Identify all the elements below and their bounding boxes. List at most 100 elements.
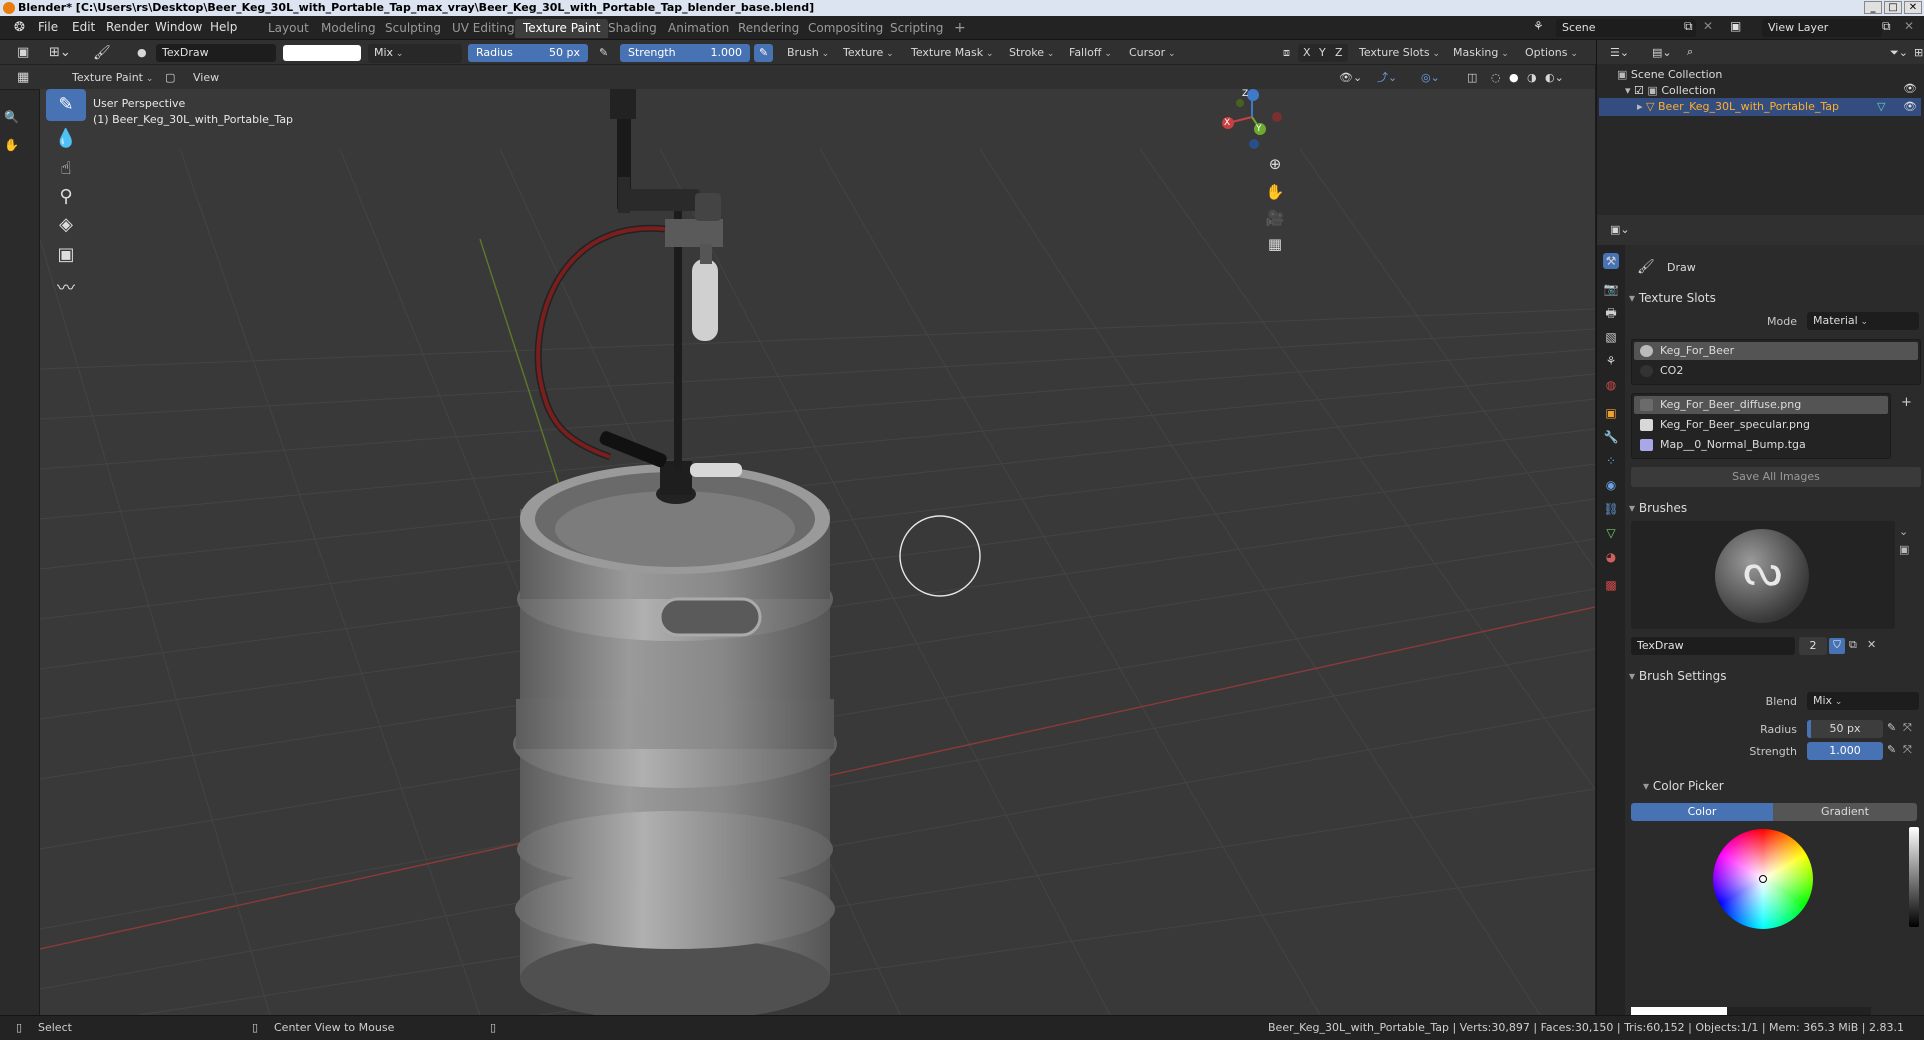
texture-mode-dropdown[interactable]: Material (1807, 312, 1919, 330)
brush-color-swatch[interactable] (283, 45, 361, 61)
texture-slots-panel-header[interactable]: Texture Slots (1629, 287, 1921, 309)
mirror-x-toggle[interactable]: X (1298, 44, 1316, 62)
gradient-tab[interactable]: Gradient (1773, 803, 1917, 821)
radius-pressure-icon[interactable]: ✎ (594, 44, 613, 62)
view-layer-tab-icon[interactable]: ▧ (1603, 329, 1619, 345)
brush-datablock-name[interactable]: TexDraw (1631, 637, 1795, 655)
new-collection-icon[interactable]: ⊞ (1909, 44, 1924, 62)
falloff-dropdown[interactable]: Falloff (1064, 44, 1117, 62)
strength-pressure-icon[interactable]: ✎ (754, 44, 774, 62)
add-slot-icon[interactable]: + (1901, 395, 1912, 410)
view-layer-icon[interactable]: ▣ (1730, 19, 1741, 33)
solid-shading-icon[interactable]: ● (1504, 69, 1524, 87)
minimize-icon[interactable]: _ (1864, 1, 1882, 14)
strength-field[interactable]: 1.000 (1807, 742, 1883, 760)
brush-settings-panel-header[interactable]: Brush Settings (1629, 665, 1921, 687)
navigation-gizmo[interactable] (1222, 89, 1282, 149)
image-slot-list[interactable]: Keg_For_Beer_diffuse.png Keg_For_Beer_sp… (1631, 393, 1891, 459)
brush-users-count[interactable]: 2 (1799, 637, 1827, 655)
new-view-layer-icon[interactable]: ⧉ (1882, 19, 1891, 34)
strength-slider[interactable]: Strength 1.000 (620, 44, 750, 62)
object-visibility-icon[interactable]: 👁 (1903, 100, 1917, 113)
physics-tab-icon[interactable]: ◉ (1603, 477, 1619, 493)
view-layer-selector[interactable]: View Layer (1762, 19, 1882, 37)
brushes-panel-header[interactable]: Brushes (1629, 497, 1921, 519)
pan-hand-icon[interactable]: ✋ (1262, 179, 1288, 205)
render-tab-icon[interactable]: 📷 (1603, 281, 1619, 297)
scene-selector[interactable]: Scene (1556, 19, 1696, 37)
editor-type-icon[interactable]: ▣ (12, 44, 34, 62)
tab-compositing[interactable]: Compositing (800, 19, 891, 38)
menu-edit[interactable]: Edit (72, 20, 95, 34)
paint-mask-toggle-icon[interactable]: ▢ (160, 69, 180, 87)
options-dropdown[interactable]: Options (1520, 44, 1583, 62)
overlay-icon[interactable]: ◎⌄ (1416, 69, 1445, 87)
3d-viewport[interactable]: User Perspective (1) Beer_Keg_30L_with_P… (40, 89, 1595, 1015)
menu-help[interactable]: Help (210, 20, 237, 34)
constraints-tab-icon[interactable]: ⛓ (1603, 501, 1619, 517)
fill-tool[interactable]: ◈ (46, 209, 86, 241)
list-item[interactable]: Map__0_Normal_Bump.tga (1634, 436, 1888, 454)
tab-animation[interactable]: Animation (660, 19, 737, 38)
keg-model[interactable] (513, 89, 837, 1015)
color-wheel-cursor[interactable] (1759, 875, 1767, 883)
texture-slots-dropdown[interactable]: Texture Slots (1354, 44, 1445, 62)
strength-unit-icon[interactable]: ⤧ (1903, 743, 1912, 757)
tab-rendering[interactable]: Rendering (730, 19, 807, 38)
tab-scripting[interactable]: Scripting (882, 19, 951, 38)
value-slider[interactable] (1909, 827, 1919, 927)
blend-mode-dropdown[interactable]: Mix (368, 44, 462, 63)
tab-uv-editing[interactable]: UV Editing (444, 19, 523, 38)
mesh-data-tab-icon[interactable]: ▽ (1603, 525, 1619, 541)
modifier-tab-icon[interactable]: 🔧 (1603, 429, 1619, 445)
menu-file[interactable]: File (38, 20, 58, 34)
brush-name-field[interactable]: TexDraw (156, 44, 276, 62)
menu-window[interactable]: Window (155, 20, 202, 34)
list-item[interactable]: CO2 (1634, 362, 1918, 380)
texture-dropdown[interactable]: Texture (838, 44, 899, 62)
radius-field[interactable]: 50 px (1807, 720, 1883, 738)
pan-icon[interactable]: ✋ (4, 138, 19, 152)
xray-icon[interactable]: ◫ (1462, 69, 1482, 87)
brush-preview-image-icon[interactable]: ▣ (1899, 543, 1909, 556)
color-tab[interactable]: Color (1631, 803, 1773, 821)
symmetry-icon[interactable]: ⧈ (1278, 44, 1295, 62)
mirror-z-toggle[interactable]: Z (1330, 44, 1348, 62)
visibility-icon[interactable]: 👁⌄ (1334, 69, 1367, 87)
mask-tool[interactable]: ▣ (46, 239, 86, 271)
brush-preview-box[interactable]: ᔓ (1631, 521, 1895, 629)
scene-tab-icon[interactable]: ⚘ (1603, 353, 1619, 369)
mirror-y-toggle[interactable]: Y (1314, 44, 1331, 62)
zoom-region-icon[interactable]: 🔍 (4, 110, 19, 124)
tab-sculpting[interactable]: Sculpting (377, 19, 449, 38)
brush-dropdown[interactable]: Brush (782, 44, 834, 62)
zoom-icon[interactable]: ⊕ (1262, 151, 1288, 177)
soften-tool[interactable]: 💧 (46, 123, 86, 155)
color-picker-panel-header[interactable]: Color Picker (1643, 775, 1924, 797)
scene-icon[interactable]: ⚘ (1533, 19, 1544, 33)
tab-shading[interactable]: Shading (600, 19, 665, 38)
expand-arrow-icon[interactable]: ▸ (1637, 98, 1643, 116)
world-tab-icon[interactable]: ◍ (1603, 377, 1619, 393)
close-icon[interactable]: ✕ (1904, 1, 1922, 14)
fake-user-shield-icon[interactable]: ⛉ (1829, 638, 1845, 654)
color-wheel[interactable] (1713, 829, 1813, 929)
new-scene-icon[interactable]: ⧉ (1684, 19, 1693, 34)
tool-tab-icon[interactable]: ⚒ (1603, 253, 1619, 269)
gizmo-icon[interactable]: ⤴⌄ (1372, 69, 1402, 87)
menu-render[interactable]: Render (106, 20, 149, 34)
unlink-brush-icon[interactable]: ✕ (1867, 638, 1876, 651)
draw-tool[interactable]: ✎ (46, 89, 86, 121)
annotate-tool[interactable]: 〰 (46, 273, 86, 305)
stroke-dropdown[interactable]: Stroke (1004, 44, 1059, 62)
list-item[interactable]: Keg_For_Beer (1634, 342, 1918, 360)
strength-pressure-icon[interactable]: ✎ (1887, 743, 1896, 756)
add-workspace-button[interactable]: + (946, 19, 974, 38)
ortho-grid-icon[interactable]: ▦ (1262, 231, 1288, 257)
list-item[interactable]: Keg_For_Beer_specular.png (1634, 416, 1888, 434)
tab-texture-paint[interactable]: Texture Paint (515, 19, 609, 38)
rendered-shading-icon[interactable]: ◐⌄ (1540, 69, 1569, 87)
material-tab-icon[interactable]: ◕ (1603, 549, 1619, 565)
brush-list-expand-icon[interactable]: ⌄ (1899, 525, 1908, 538)
outliner-display-mode-icon[interactable]: ▤⌄ (1647, 44, 1677, 62)
